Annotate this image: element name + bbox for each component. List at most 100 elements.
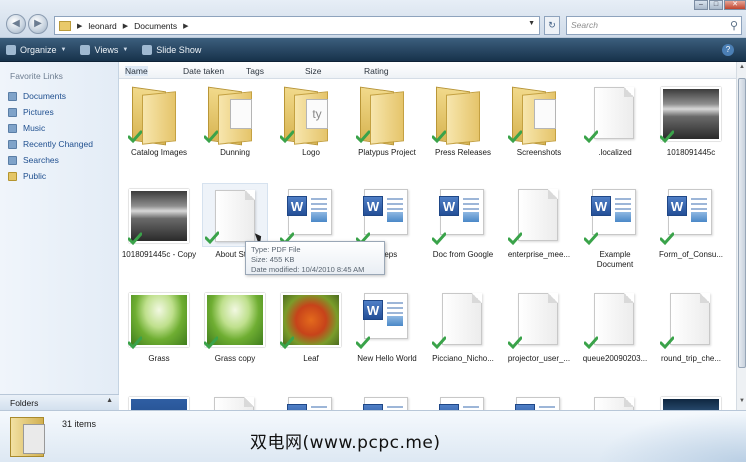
folders-toggle[interactable]: Folders ▲ <box>0 394 119 410</box>
column-header-rating[interactable]: Rating <box>364 66 389 76</box>
column-header-date-taken[interactable]: Date taken <box>183 66 224 76</box>
favorite-links-heading: Favorite Links <box>10 71 63 81</box>
file-thumbnail <box>506 183 572 247</box>
file-name: enterprise_mee... <box>507 250 571 259</box>
nav-item-documents[interactable]: Documents <box>0 88 118 104</box>
file-item[interactable]: queue20090203... <box>577 287 653 364</box>
file-item[interactable]: W <box>273 183 349 250</box>
file-name: 1018091445c <box>666 148 716 157</box>
views-icon <box>80 44 91 55</box>
help-icon[interactable]: ? <box>722 44 734 56</box>
document-icon <box>670 293 710 345</box>
file-name: Screenshots <box>516 148 562 157</box>
file-thumbnail <box>126 183 192 247</box>
file-item[interactable] <box>577 391 653 410</box>
file-item[interactable]: W <box>273 391 349 410</box>
file-item[interactable]: round_trip_che... <box>653 287 729 364</box>
nav-item-public[interactable]: Public <box>0 168 118 184</box>
sync-check-icon <box>659 130 675 144</box>
file-item[interactable]: W New Hello World <box>349 287 425 364</box>
file-item[interactable]: W <box>349 391 425 410</box>
scroll-up-icon[interactable]: ▲ <box>738 64 746 70</box>
file-item[interactable]: 1018091445c <box>653 81 729 158</box>
file-thumbnail <box>126 391 192 410</box>
nav-item-label: Documents <box>23 91 66 101</box>
search-icon[interactable]: ⚲ <box>730 18 738 35</box>
pictures-icon <box>8 107 17 117</box>
scroll-down-icon[interactable]: ▼ <box>738 398 746 404</box>
file-item[interactable]: W <box>425 391 501 410</box>
file-thumbnail: W <box>354 287 420 351</box>
file-list: Catalog Images Dunning ty Logo Platypus Proj… <box>119 79 736 410</box>
file-item[interactable]: Picciano_Nicho... <box>425 287 501 364</box>
sync-check-icon <box>279 130 295 144</box>
vertical-scrollbar[interactable]: ▲ ▼ <box>736 62 746 410</box>
file-item[interactable]: Press Releases <box>425 81 501 158</box>
chevron-down-icon: ▼ <box>60 46 67 53</box>
file-item[interactable]: W Form_of_Consu... <box>653 183 729 260</box>
file-item[interactable]: 1018091445c - Copy <box>121 183 197 260</box>
breadcrumb-item-leonard[interactable]: leonard <box>88 21 116 31</box>
file-item[interactable]: Grass copy <box>197 287 273 364</box>
nav-item-music[interactable]: Music <box>0 120 118 136</box>
file-item[interactable]: Grass <box>121 287 197 364</box>
sync-check-icon <box>659 336 675 350</box>
file-thumbnail <box>582 81 648 145</box>
photo-thumbnail <box>661 397 721 410</box>
file-item[interactable]: Platypus Project <box>349 81 425 158</box>
sync-check-icon <box>127 130 143 144</box>
document-icon <box>442 293 482 345</box>
file-item[interactable]: Leaf <box>273 287 349 364</box>
nav-item-searches[interactable]: Searches <box>0 152 118 168</box>
nav-item-recently-changed[interactable]: Recently Changed <box>0 136 118 152</box>
file-item[interactable]: Dunning <box>197 81 273 158</box>
scrollbar-thumb[interactable] <box>738 78 746 368</box>
minimize-button[interactable]: – <box>694 0 708 10</box>
file-item[interactable] <box>653 391 729 410</box>
folders-label: Folders <box>10 398 39 408</box>
file-name: Platypus Project <box>358 148 416 157</box>
file-thumbnail: W <box>354 183 420 247</box>
file-item[interactable]: ty Logo <box>273 81 349 158</box>
search-input[interactable]: Search ⚲ <box>566 16 742 35</box>
organize-button[interactable]: Organize ▼ <box>6 44 67 55</box>
file-item[interactable]: W <box>501 391 577 410</box>
file-name: queue20090203... <box>582 354 648 363</box>
forward-button[interactable]: ▶ <box>28 14 48 34</box>
file-tooltip: Type: PDF File Size: 455 KB Date modifie… <box>245 241 385 275</box>
sync-check-icon <box>204 231 220 245</box>
file-item[interactable]: .localized <box>577 81 653 158</box>
file-item[interactable]: Screenshots <box>501 81 577 158</box>
decorative-swoosh <box>596 410 746 462</box>
word-document-icon: W <box>439 189 484 235</box>
command-bar: Organize ▼ Views ▼ Slide Show ? <box>0 38 746 62</box>
file-thumbnail: W <box>582 183 648 247</box>
breadcrumb-item-documents[interactable]: Documents <box>134 21 177 31</box>
file-item[interactable]: Catalog Images <box>121 81 197 158</box>
breadcrumb[interactable]: ▶ leonard ▶ Documents ▶ ▼ <box>54 16 540 35</box>
column-header-name[interactable]: Name <box>125 66 148 76</box>
organize-label: Organize <box>20 44 57 55</box>
chevron-right-icon: ▶ <box>122 22 129 30</box>
file-item[interactable]: projector_user_... <box>501 287 577 364</box>
column-header-tags[interactable]: Tags <box>246 66 264 76</box>
sync-check-icon <box>203 130 219 144</box>
file-name: Grass <box>148 354 170 363</box>
file-item[interactable] <box>121 391 197 410</box>
column-header-size[interactable]: Size <box>305 66 322 76</box>
nav-item-pictures[interactable]: Pictures <box>0 104 118 120</box>
file-item[interactable] <box>197 391 273 410</box>
chevron-down-icon: ▼ <box>122 46 129 53</box>
file-item[interactable]: enterprise_mee... <box>501 183 577 260</box>
file-item[interactable]: W Doc from Google <box>425 183 501 260</box>
maximize-button[interactable]: □ <box>709 0 723 10</box>
file-name: Catalog Images <box>130 148 188 157</box>
address-dropdown-icon[interactable]: ▼ <box>528 20 535 27</box>
file-item[interactable]: W Example Document <box>577 183 653 270</box>
back-button[interactable]: ◀ <box>6 14 26 34</box>
close-button[interactable]: ✕ <box>724 0 746 10</box>
views-button[interactable]: Views ▼ <box>80 44 129 55</box>
slideshow-button[interactable]: Slide Show <box>142 44 201 55</box>
refresh-button[interactable]: ↻ <box>544 16 560 35</box>
word-document-icon: W <box>591 189 636 235</box>
